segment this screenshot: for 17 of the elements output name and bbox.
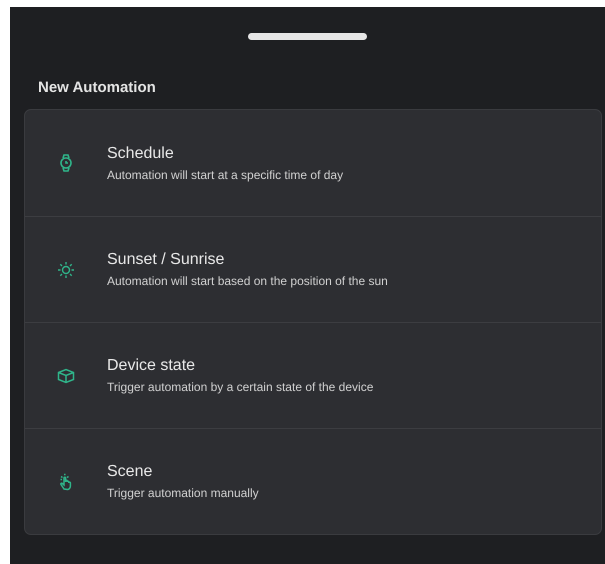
option-title: Schedule [107, 144, 175, 164]
option-description: Trigger automation manually [107, 485, 259, 501]
sun-icon [57, 260, 75, 278]
option-title: Sunset / Sunrise [107, 250, 226, 270]
option-title: Device state [107, 356, 196, 376]
option-description: Trigger automation by a certain state of the device [107, 379, 374, 395]
drag-handle[interactable] [248, 33, 367, 40]
option-row[interactable]: Scene Trigger automation manually [25, 428, 601, 534]
watch-icon [58, 154, 74, 172]
sheet-title: New Automation [38, 78, 157, 98]
option-row[interactable]: Sunset / Sunrise Automation will start based on the position of the sun [25, 216, 601, 322]
cube-icon [57, 368, 75, 384]
option-row[interactable]: Schedule Automation will start at a specific time of day [25, 110, 601, 216]
option-title: Scene [107, 462, 154, 482]
option-description: Automation will start based on the position of the sun [107, 273, 388, 289]
option-row[interactable]: Device state Trigger automation by a certain state of the device [25, 322, 601, 428]
option-description: Automation will start at a specific time of day [107, 166, 344, 182]
